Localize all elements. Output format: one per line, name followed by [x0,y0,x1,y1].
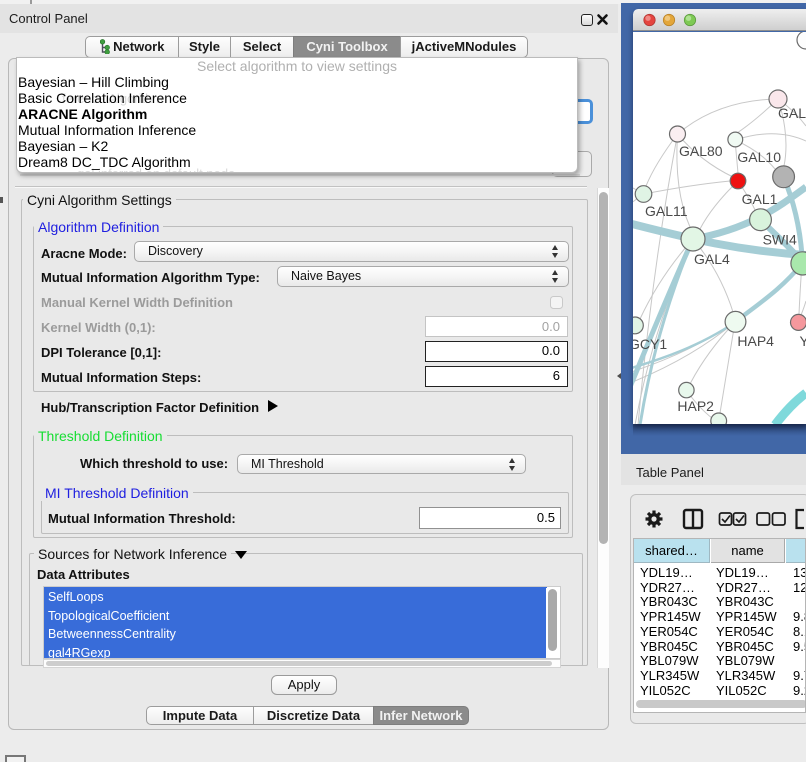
svg-text:GAL11: GAL11 [645,203,688,219]
svg-text:GAL1: GAL1 [742,191,778,207]
svg-text:GCY1: GCY1 [633,336,667,352]
svg-text:Y: Y [800,333,806,349]
svg-text:GAL2: GAL2 [778,105,806,121]
svg-text:HAP4: HAP4 [737,333,774,349]
svg-text:GAL10: GAL10 [737,149,781,165]
svg-text:GAL80: GAL80 [679,143,723,159]
svg-text:SWI4: SWI4 [763,232,797,248]
svg-text:GAL4: GAL4 [694,251,730,267]
svg-text:HAP2: HAP2 [677,398,714,414]
